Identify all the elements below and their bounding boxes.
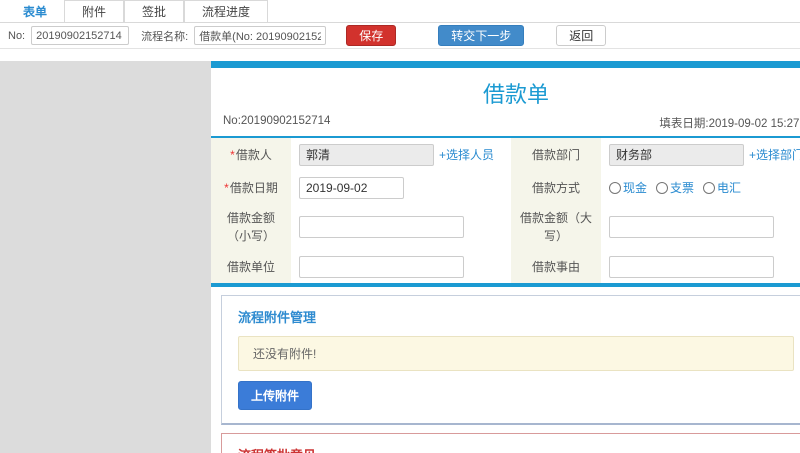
form-date-text: 填表日期:2019-09-02 15:27:1 <box>659 118 800 130</box>
select-person-link[interactable]: +选择人员 <box>439 146 494 163</box>
next-step-button[interactable]: 转交下一步 <box>438 25 525 46</box>
department-input[interactable] <box>609 143 744 166</box>
department-label: 借款部门 <box>511 138 601 171</box>
approval-panel: 流程签批意见 B I abc <box>221 433 800 453</box>
no-attachments-message: 还没有附件! <box>238 336 794 371</box>
form-card: 借款单 No:20190902152714 填表日期:2019-09-02 15… <box>211 61 800 453</box>
loan-unit-label: 借款单位 <box>211 250 291 283</box>
card-top-bar <box>211 61 800 68</box>
method-wire-radio[interactable] <box>703 181 716 194</box>
loan-reason-input[interactable] <box>609 255 774 278</box>
borrower-input[interactable] <box>299 143 434 166</box>
save-button[interactable]: 保存 <box>346 25 397 46</box>
card-bottom-bar <box>211 283 800 287</box>
page-background: 借款单 No:20190902152714 填表日期:2019-09-02 15… <box>0 61 800 453</box>
method-cash-option[interactable]: 现金 <box>609 179 647 196</box>
loan-date-input[interactable] <box>299 176 404 199</box>
method-wire-option[interactable]: 电汇 <box>703 179 741 196</box>
required-asterisk: * <box>230 147 235 162</box>
amount-upper-input[interactable] <box>609 216 774 238</box>
upload-attachment-button[interactable]: 上传附件 <box>238 381 313 410</box>
amount-upper-label: 借款金额（大写） <box>511 204 601 250</box>
tab-approval[interactable]: 签批 <box>124 0 185 22</box>
form-no-text: No:20190902152714 <box>223 115 331 127</box>
loan-method-radio-group: 现金 支票 电汇 <box>601 171 800 204</box>
tab-attachments[interactable]: 附件 <box>64 0 125 22</box>
loan-date-label: * 借款日期 <box>211 171 291 204</box>
attachments-panel: 流程附件管理 还没有附件! 上传附件 <box>221 295 800 425</box>
loan-method-label: 借款方式 <box>511 171 601 204</box>
tab-process-progress[interactable]: 流程进度 <box>184 0 269 22</box>
loan-form-grid: * 借款人 +选择人员 借款部门 +选择部门 * 借款日期 <box>211 138 800 283</box>
required-asterisk: * <box>224 180 229 195</box>
process-name-label: 流程名称: <box>141 30 189 43</box>
back-button[interactable]: 返回 <box>556 25 607 46</box>
loan-reason-label: 借款事由 <box>511 250 601 283</box>
no-label: No: <box>8 29 26 42</box>
amount-lower-label: 借款金额（小写） <box>211 204 291 250</box>
process-name-input[interactable] <box>194 26 327 45</box>
select-department-link[interactable]: +选择部门 <box>749 146 800 163</box>
tab-form[interactable]: 表单 <box>6 0 64 22</box>
attachments-heading: 流程附件管理 <box>238 310 317 325</box>
amount-lower-input[interactable] <box>299 216 464 238</box>
approval-heading: 流程签批意见 <box>238 445 794 453</box>
loan-unit-input[interactable] <box>299 255 464 278</box>
top-toolbar: No: 流程名称: 保存 转交下一步 返回 <box>0 23 800 49</box>
method-cash-radio[interactable] <box>609 181 621 194</box>
method-cheque-option[interactable]: 支票 <box>656 179 694 196</box>
form-meta-row: No:20190902152714 填表日期:2019-09-02 15:27:… <box>211 113 800 138</box>
no-input[interactable] <box>31 26 130 45</box>
borrower-label: * 借款人 <box>211 138 291 171</box>
method-cheque-radio[interactable] <box>656 181 669 194</box>
form-title: 借款单 <box>482 82 549 107</box>
tab-bar: 表单 附件 签批 流程进度 <box>0 0 800 23</box>
